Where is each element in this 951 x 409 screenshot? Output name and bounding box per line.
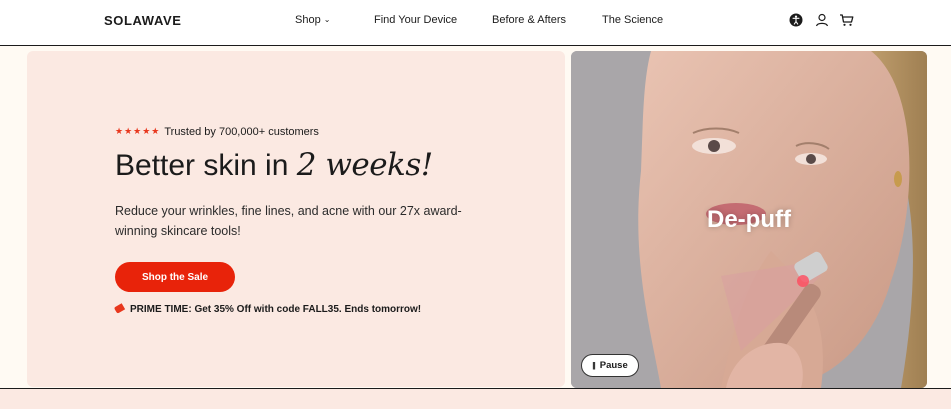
cart-icon[interactable] <box>839 13 855 29</box>
hero-panel: ★★★★★ Trusted by 700,000+ customers Bette… <box>27 51 565 387</box>
account-icon[interactable] <box>815 13 831 29</box>
hero-headline: Better skin in 2 weeks! <box>115 147 433 183</box>
trust-line: ★★★★★ Trusted by 700,000+ customers <box>115 126 319 138</box>
rating-stars: ★★★★★ <box>115 126 161 136</box>
chevron-down-icon: ⌄ <box>323 15 331 24</box>
nav-before-afters[interactable]: Before & Afters <box>492 14 566 26</box>
nav-the-science[interactable]: The Science <box>602 14 663 26</box>
accessibility-icon[interactable] <box>789 13 805 29</box>
nav-shop-label: Shop <box>295 14 321 26</box>
pause-button[interactable]: || Pause <box>581 354 639 377</box>
hero-subtext: Reduce your wrinkles, fine lines, and ac… <box>115 204 462 238</box>
next-section <box>0 389 951 409</box>
shop-the-sale-button[interactable]: Shop the Sale <box>115 262 235 292</box>
nav-find-your-device[interactable]: Find Your Device <box>374 14 457 26</box>
hero-video[interactable]: De-puff || Pause <box>571 51 927 388</box>
nav-shop[interactable]: Shop ⌄ <box>295 14 330 26</box>
headline-accent: 2 weeks! <box>296 147 433 183</box>
promo-banner: PRIME TIME: Get 35% Off with code FALL35… <box>113 303 422 315</box>
tag-icon <box>113 303 126 314</box>
pause-label: Pause <box>599 360 628 371</box>
trust-text: Trusted by 700,000+ customers <box>164 126 319 138</box>
site-logo[interactable]: SOLAWAVE <box>104 13 182 28</box>
pause-icon: || <box>592 361 596 370</box>
site-header: SOLAWAVE Shop ⌄ Find Your Device Before &… <box>0 0 951 46</box>
video-overlay-text: De-puff <box>707 206 791 233</box>
promo-text: PRIME TIME: Get 35% Off with code FALL35… <box>130 304 422 315</box>
headline-prefix: Better skin in <box>115 149 297 182</box>
